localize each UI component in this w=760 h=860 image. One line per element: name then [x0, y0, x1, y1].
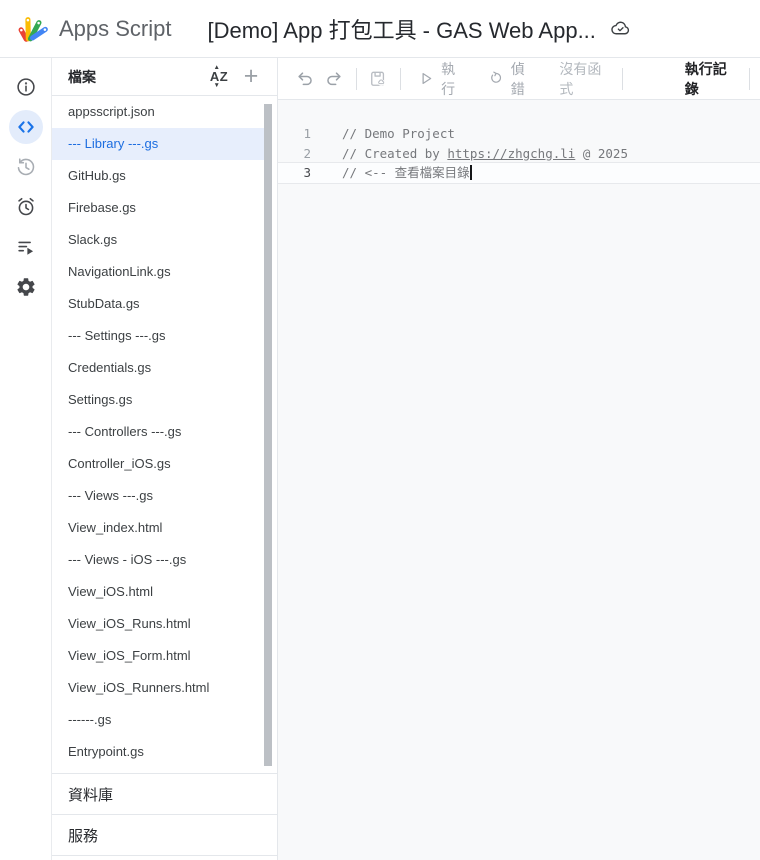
app-header: Apps Script [Demo] App 打包工具 - GAS Web Ap… — [0, 0, 760, 58]
file-item[interactable]: Settings.gs — [52, 384, 265, 416]
gear-icon — [15, 276, 37, 298]
info-icon — [15, 76, 37, 98]
text-cursor — [470, 165, 472, 180]
debug-button-label: 偵錯 — [511, 59, 536, 99]
files-sidebar: 檔案 AZ ▲ ▼ + appsscript.json--- Library -… — [52, 58, 278, 860]
line-number: 1 — [278, 124, 311, 144]
executions-button[interactable] — [9, 230, 43, 264]
code-text: // Created by https://zhgchg.li @ 2025 — [342, 144, 628, 164]
sidebar-section[interactable]: 資料庫 — [52, 773, 277, 814]
code-line[interactable]: 3 // <-- 查看檔案目錄 — [278, 163, 760, 183]
file-item[interactable]: StubData.gs — [52, 288, 265, 320]
file-item[interactable]: --- Library ---.gs — [52, 128, 265, 160]
code-link: https://zhgchg.li — [447, 146, 575, 161]
file-item[interactable]: Entrypoint.gs — [52, 736, 265, 768]
toolbar-divider — [356, 68, 357, 90]
file-item[interactable]: --- Settings ---.gs — [52, 320, 265, 352]
apps-script-logo-icon — [16, 12, 50, 46]
file-item[interactable]: Controller_iOS.gs — [52, 448, 265, 480]
files-panel-title: 檔案 — [68, 67, 206, 87]
file-item[interactable]: ------.gs — [52, 704, 265, 736]
file-item[interactable]: --- Controllers ---.gs — [52, 416, 265, 448]
file-item[interactable]: NavigationLink.gs — [52, 256, 265, 288]
sort-caret-up-icon: ▲ — [206, 65, 228, 71]
save-button[interactable] — [367, 66, 390, 92]
history-icon — [15, 156, 37, 178]
project-settings-button[interactable] — [9, 270, 43, 304]
file-list: appsscript.json--- Library ---.gsGitHub.… — [52, 96, 277, 773]
file-item[interactable]: --- Views ---.gs — [52, 480, 265, 512]
file-item[interactable]: --- Views - iOS ---.gs — [52, 544, 265, 576]
undo-icon — [295, 69, 315, 89]
line-number: 3 — [278, 163, 311, 183]
undo-button[interactable] — [293, 66, 316, 92]
line-number: 2 — [278, 144, 311, 164]
project-history-button[interactable] — [9, 150, 43, 184]
file-list-scrollbar[interactable] — [264, 104, 272, 766]
alarm-triggers-icon — [15, 196, 37, 218]
save-status — [610, 18, 631, 39]
sidebar-section[interactable]: 服務 — [52, 814, 277, 855]
function-selector[interactable]: 沒有函式 — [559, 59, 609, 99]
code-text: // Demo Project — [342, 124, 455, 144]
file-item[interactable]: Slack.gs — [52, 224, 265, 256]
run-button-label: 執行 — [441, 59, 466, 99]
app-name: Apps Script — [59, 16, 172, 42]
cloud-check-icon — [610, 18, 631, 39]
file-item[interactable]: View_iOS_Runners.html — [52, 672, 265, 704]
debug-button[interactable]: 偵錯 — [488, 59, 536, 99]
run-play-icon — [419, 70, 434, 87]
plus-icon: + — [244, 64, 259, 89]
toolbar-divider — [400, 68, 401, 90]
file-item[interactable]: Credentials.gs — [52, 352, 265, 384]
project-title[interactable]: [Demo] App 打包工具 - GAS Web App... — [208, 13, 596, 45]
toolbar-divider — [749, 68, 750, 90]
file-item[interactable]: Firebase.gs — [52, 192, 265, 224]
sort-caret-down-icon: ▼ — [206, 83, 228, 89]
redo-button[interactable] — [322, 66, 345, 92]
debug-icon — [488, 70, 504, 88]
toolbar-divider — [622, 68, 623, 90]
editor-button[interactable] — [9, 110, 43, 144]
file-item[interactable]: appsscript.json — [52, 96, 265, 128]
files-panel-header: 檔案 AZ ▲ ▼ + — [52, 58, 277, 96]
file-item[interactable]: View_iOS_Form.html — [52, 640, 265, 672]
code-line[interactable]: 2 // Created by https://zhgchg.li @ 2025 — [278, 144, 760, 164]
code-lines: 1 // Demo Project 2 // Created by https://z… — [278, 124, 760, 183]
editor-toolbar: 執行 偵錯 沒有函式 執行記錄 — [278, 58, 760, 100]
triggers-button[interactable] — [9, 190, 43, 224]
code-text: // <-- 查看檔案目錄 — [342, 163, 472, 183]
overview-button[interactable] — [9, 70, 43, 104]
add-file-button[interactable]: + — [238, 64, 264, 90]
sidebar-sections: 資料庫服務 — [52, 773, 277, 856]
editor-column: 執行 偵錯 沒有函式 執行記錄 1 // Demo Project 2 // Crea… — [278, 58, 760, 860]
file-item[interactable]: View_index.html — [52, 512, 265, 544]
file-item[interactable]: GitHub.gs — [52, 160, 265, 192]
save-icon — [368, 69, 388, 89]
code-line[interactable]: 1 // Demo Project — [278, 124, 760, 144]
file-item[interactable]: View_iOS.html — [52, 576, 265, 608]
file-item[interactable]: View_iOS_Runs.html — [52, 608, 265, 640]
sort-files-button[interactable]: AZ ▲ ▼ — [206, 64, 232, 90]
redo-icon — [324, 69, 344, 89]
execution-log-button[interactable]: 執行記錄 — [681, 59, 739, 99]
executions-list-icon — [15, 236, 37, 258]
run-button[interactable]: 執行 — [419, 59, 466, 99]
code-editor-icon — [15, 116, 37, 138]
left-icon-rail — [0, 58, 52, 860]
code-editor[interactable]: 1 // Demo Project 2 // Created by https://z… — [278, 100, 760, 860]
